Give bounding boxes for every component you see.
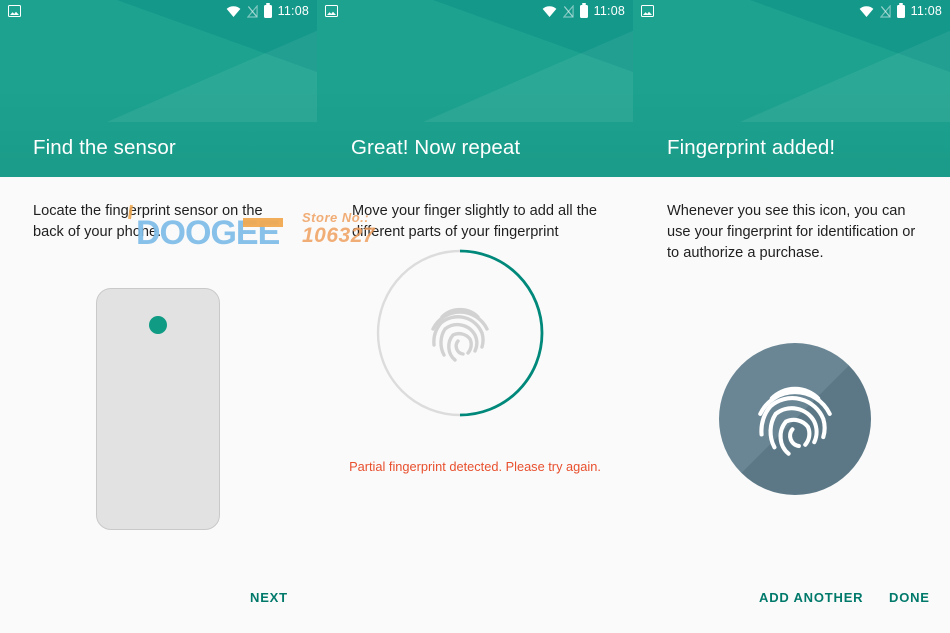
instruction-text: Whenever you see this icon, you can use … bbox=[667, 203, 916, 261]
status-bar-left bbox=[325, 5, 338, 17]
page-title: Fingerprint added! bbox=[667, 136, 836, 159]
panel-great-now-repeat: 11:08 Great! Now repeat Move your finger… bbox=[317, 0, 633, 633]
status-bar-clock: 11:08 bbox=[593, 3, 625, 18]
header-gradient-overlay bbox=[0, 87, 317, 177]
fingerprint-sensor-dot bbox=[149, 316, 167, 334]
page-title: Find the sensor bbox=[33, 136, 176, 159]
panel-header: 11:08 Fingerprint added! bbox=[633, 0, 950, 177]
panel-fingerprint-added: 11:08 Fingerprint added! Whenever you se… bbox=[633, 0, 950, 633]
header-gradient-overlay bbox=[317, 87, 633, 177]
photo-icon bbox=[325, 5, 338, 17]
fingerprint-badge bbox=[719, 343, 871, 495]
wifi-icon bbox=[859, 5, 874, 17]
status-bar-clock: 11:08 bbox=[277, 3, 309, 18]
status-bar: 11:08 bbox=[0, 0, 317, 22]
panel-footer: ADD ANOTHER DONE bbox=[633, 571, 950, 633]
add-another-button[interactable]: ADD ANOTHER bbox=[753, 586, 869, 609]
status-bar-clock: 11:08 bbox=[910, 3, 942, 18]
phone-back-illustration bbox=[96, 288, 220, 530]
panel-footer bbox=[317, 571, 633, 633]
status-bar-left bbox=[8, 5, 21, 17]
signal-off-icon bbox=[879, 4, 891, 18]
panel-header: 11:08 Great! Now repeat bbox=[317, 0, 633, 177]
panel-footer: NEXT bbox=[0, 571, 317, 633]
battery-full-icon bbox=[896, 4, 905, 18]
header-facet-shape-2 bbox=[107, 22, 317, 122]
instruction-text: Move your finger slightly to add all the… bbox=[352, 203, 597, 240]
status-bar: 11:08 bbox=[317, 0, 633, 22]
panel-body: Locate the fingerprint sensor on the bac… bbox=[0, 177, 317, 633]
photo-icon bbox=[8, 5, 21, 17]
fingerprint-progress-ring bbox=[375, 248, 545, 418]
fingerprint-icon bbox=[431, 307, 489, 362]
header-gradient-overlay bbox=[633, 87, 950, 177]
status-bar-right: 11:08 bbox=[542, 3, 625, 18]
status-bar: 11:08 bbox=[633, 0, 950, 22]
header-facet-shape-2 bbox=[740, 22, 950, 122]
panel-find-the-sensor: 11:08 Find the sensor Locate the fingerp… bbox=[0, 0, 317, 633]
instruction-text: Locate the fingerprint sensor on the bac… bbox=[33, 203, 263, 240]
error-message: Partial fingerprint detected. Please try… bbox=[349, 459, 601, 474]
panel-body: Move your finger slightly to add all the… bbox=[317, 177, 633, 633]
status-bar-right: 11:08 bbox=[859, 3, 942, 18]
status-bar-right: 11:08 bbox=[226, 3, 309, 18]
fingerprint-enrollment-screens: 11:08 Find the sensor Locate the fingerp… bbox=[0, 0, 950, 633]
next-button[interactable]: NEXT bbox=[244, 586, 294, 609]
photo-icon bbox=[641, 5, 654, 17]
signal-off-icon bbox=[246, 4, 258, 18]
status-bar-left bbox=[641, 5, 654, 17]
battery-full-icon bbox=[263, 4, 272, 18]
wifi-icon bbox=[542, 5, 557, 17]
header-facet-shape-2 bbox=[423, 22, 633, 122]
panel-header: 11:08 Find the sensor bbox=[0, 0, 317, 177]
panel-body: Whenever you see this icon, you can use … bbox=[633, 177, 950, 633]
battery-full-icon bbox=[579, 4, 588, 18]
signal-off-icon bbox=[562, 4, 574, 18]
wifi-icon bbox=[226, 5, 241, 17]
page-title: Great! Now repeat bbox=[351, 136, 521, 159]
fingerprint-icon bbox=[758, 386, 832, 456]
done-button[interactable]: DONE bbox=[883, 586, 936, 609]
